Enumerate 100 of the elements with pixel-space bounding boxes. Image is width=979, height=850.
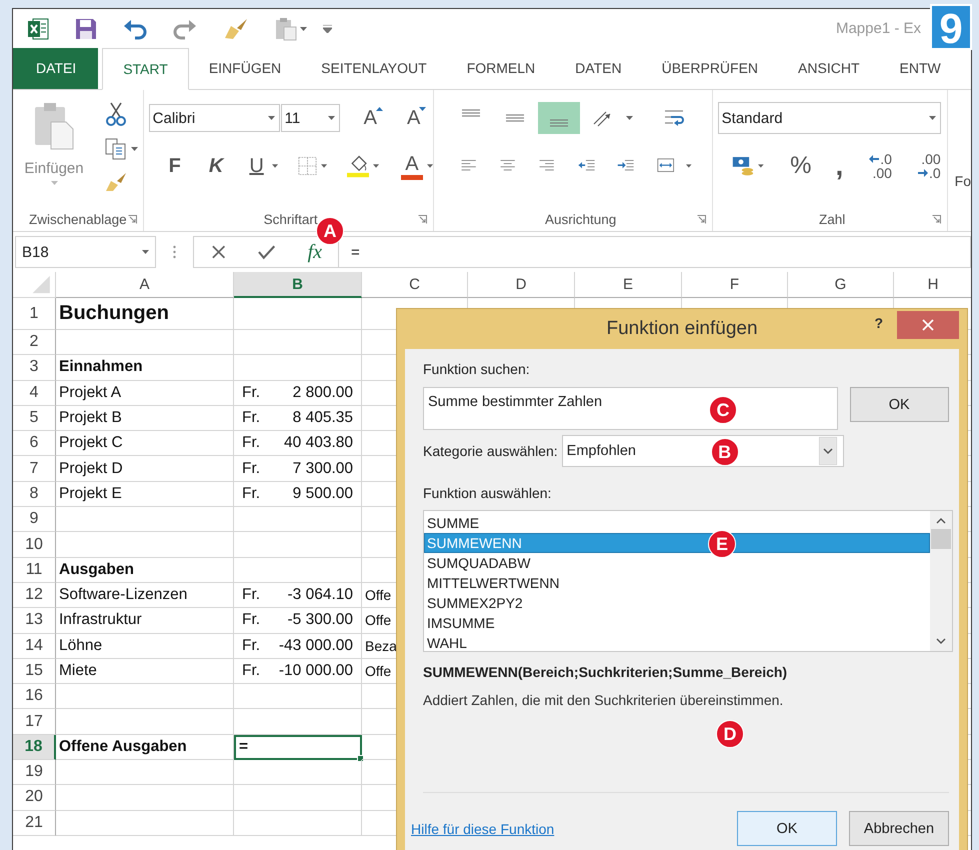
- row-header[interactable]: 8: [13, 482, 56, 508]
- ribbon-tab[interactable]: FORMELN: [446, 48, 556, 89]
- grow-font-button[interactable]: A: [358, 106, 383, 130]
- dialog-launcher-icon[interactable]: [418, 215, 427, 224]
- caret-icon[interactable]: [268, 116, 275, 120]
- column-header[interactable]: E: [575, 272, 682, 298]
- increase-decimal-button[interactable]: .0 .00: [863, 152, 898, 180]
- paintbrush-icon[interactable]: [105, 172, 127, 192]
- ok-button[interactable]: OK: [737, 811, 837, 846]
- row-header[interactable]: 20: [13, 785, 56, 811]
- scroll-thumb[interactable]: [931, 529, 951, 549]
- decrease-decimal-button[interactable]: .00 .0: [912, 152, 947, 180]
- font-color-button[interactable]: A: [401, 152, 423, 180]
- fill-bucket-icon[interactable]: [346, 153, 370, 179]
- row-header[interactable]: 6: [13, 431, 56, 456]
- scroll-up-icon[interactable]: [936, 518, 946, 524]
- caret-icon[interactable]: [426, 164, 433, 168]
- customize-caret-icon[interactable]: [323, 24, 332, 32]
- clipboard-icon[interactable]: [275, 16, 297, 40]
- name-box[interactable]: B18: [15, 236, 156, 268]
- help-link[interactable]: Hilfe für diese Funktion: [411, 820, 554, 836]
- caret-icon[interactable]: [373, 164, 380, 168]
- caret-icon[interactable]: [758, 164, 764, 168]
- ribbon-tab[interactable]: ANSICHT: [778, 48, 880, 89]
- file-tab[interactable]: DATEI: [13, 48, 98, 89]
- row-header[interactable]: 7: [13, 456, 56, 482]
- field-label: Funktion suchen:: [423, 361, 531, 377]
- caret-icon[interactable]: [131, 147, 138, 151]
- ribbon-tab[interactable]: DATEN: [555, 48, 642, 89]
- ribbon-tab[interactable]: START: [102, 48, 189, 90]
- callout-marker: D: [716, 720, 744, 748]
- row-header[interactable]: 2: [13, 330, 56, 356]
- caret-icon[interactable]: [320, 164, 327, 168]
- paintbrush-icon[interactable]: [223, 18, 249, 40]
- font-size-field[interactable]: 11: [280, 104, 340, 132]
- help-button[interactable]: ?: [874, 315, 883, 331]
- row-header[interactable]: 15: [13, 658, 56, 684]
- bold-button[interactable]: F: [162, 154, 187, 178]
- row-header[interactable]: 3: [13, 355, 56, 381]
- category-dropdown[interactable]: Empfohlen B: [562, 435, 844, 467]
- checkmark-icon[interactable]: [258, 244, 276, 260]
- ribbon-tab[interactable]: SEITENLAYOUT: [301, 48, 447, 89]
- dialog-launcher-icon[interactable]: [932, 215, 941, 224]
- copy-icon[interactable]: [105, 138, 127, 160]
- underline-button[interactable]: U: [243, 154, 270, 178]
- cancel-button[interactable]: Abbrechen: [849, 811, 949, 846]
- scroll-down-icon[interactable]: [936, 638, 946, 644]
- caret-icon[interactable]: [686, 164, 692, 168]
- row-header[interactable]: 16: [13, 684, 56, 710]
- scissors-icon[interactable]: [105, 102, 127, 126]
- thousands-separator-button[interactable]: ,: [830, 150, 850, 182]
- save-icon[interactable]: [75, 18, 97, 40]
- paste-button[interactable]: Einfügen: [21, 102, 87, 207]
- percent-button[interactable]: %: [784, 152, 818, 180]
- row-header[interactable]: 13: [13, 608, 56, 634]
- function-list[interactable]: E SUMME SUMMEWENN SUMQUADABW MITTELWERTWENN SUMMEX2PY2 IMSUMME WAHL: [423, 510, 953, 652]
- row-header[interactable]: 21: [13, 810, 56, 836]
- caret-icon[interactable]: [328, 116, 335, 120]
- list-item[interactable]: SUMME: [424, 513, 930, 533]
- undo-icon[interactable]: [123, 18, 147, 40]
- redo-icon[interactable]: [173, 18, 197, 40]
- scrollbar[interactable]: [930, 511, 952, 651]
- ok-button[interactable]: OK: [850, 387, 949, 422]
- row-header[interactable]: 19: [13, 760, 56, 786]
- column-header[interactable]: D: [468, 272, 575, 298]
- italic-button[interactable]: K: [202, 154, 230, 178]
- caret-icon[interactable]: [300, 26, 307, 30]
- row-header[interactable]: 1: [13, 298, 56, 330]
- ribbon-tab[interactable]: EINFÜGEN: [188, 48, 302, 89]
- column-header[interactable]: F: [682, 272, 788, 298]
- column-header[interactable]: G: [788, 272, 894, 298]
- active-cell[interactable]: =: [234, 734, 362, 760]
- caret-icon[interactable]: [626, 116, 633, 120]
- column-header[interactable]: A: [56, 272, 234, 298]
- bottom-align-icon[interactable]: [538, 102, 580, 134]
- ribbon-tab[interactable]: ÜBERPRÜFEN: [642, 48, 778, 89]
- spreadsheet-logo-icon[interactable]: [27, 18, 49, 40]
- caret-icon[interactable]: [272, 164, 278, 168]
- row-header[interactable]: 9: [13, 507, 56, 532]
- row-header[interactable]: 4: [13, 380, 56, 406]
- number-format-field[interactable]: Standard: [718, 102, 941, 134]
- caret-icon[interactable]: [928, 116, 936, 120]
- row-header[interactable]: 14: [13, 634, 56, 659]
- ribbon-tab[interactable]: ENTW: [880, 48, 961, 89]
- row-header[interactable]: 18: [13, 734, 56, 760]
- dialog-launcher-icon[interactable]: [696, 215, 706, 224]
- dialog-launcher-icon[interactable]: [128, 215, 137, 224]
- column-header[interactable]: B: [234, 272, 362, 298]
- cancel-icon[interactable]: [211, 244, 226, 260]
- row-header[interactable]: 12: [13, 582, 56, 608]
- formula-input[interactable]: =: [339, 236, 971, 268]
- close-icon[interactable]: [897, 311, 959, 339]
- row-header[interactable]: 5: [13, 406, 56, 432]
- font-name-field[interactable]: Calibri: [148, 104, 280, 132]
- column-header[interactable]: C: [362, 272, 468, 298]
- search-field[interactable]: Summe bestimmter Zahlen C: [423, 387, 838, 430]
- row-header[interactable]: 11: [13, 558, 56, 583]
- caret-icon[interactable]: [142, 250, 149, 254]
- shrink-font-button[interactable]: A: [401, 106, 426, 130]
- row-header[interactable]: 10: [13, 532, 56, 558]
